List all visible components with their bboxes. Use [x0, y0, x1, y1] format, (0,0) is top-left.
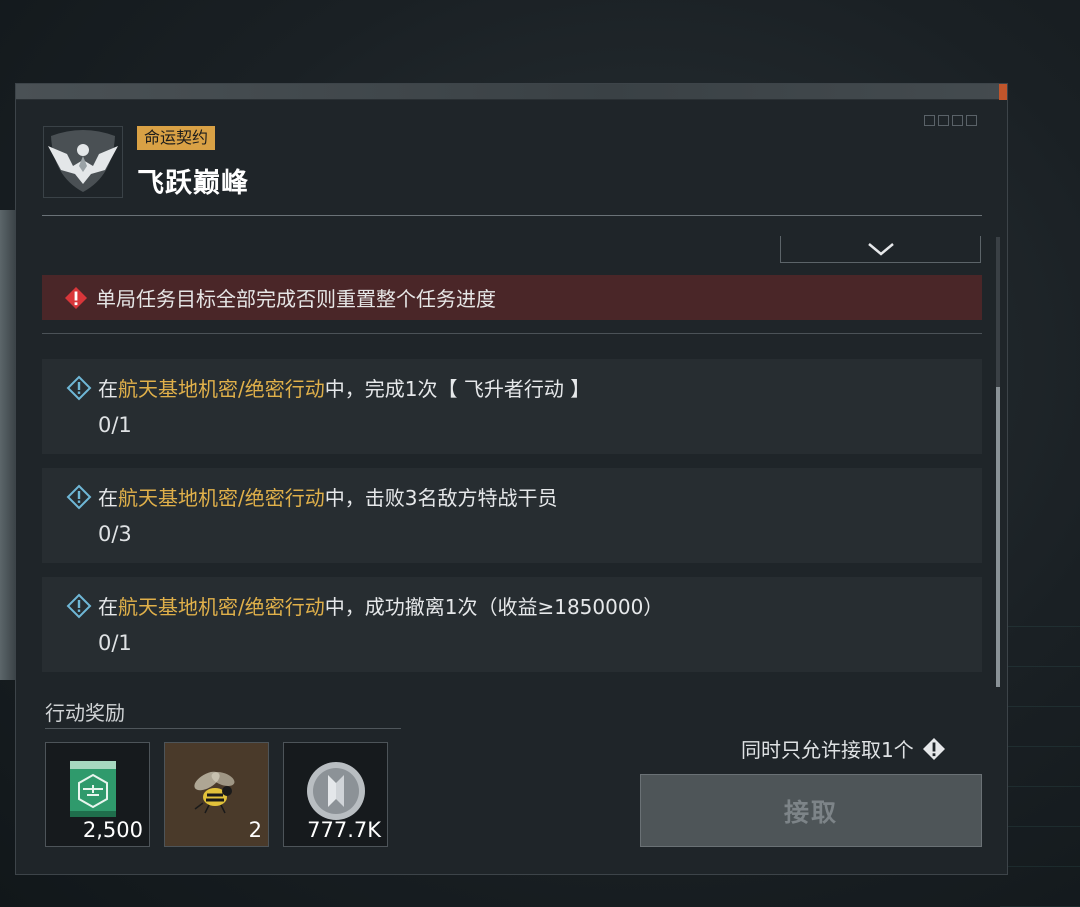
reward-count: 2,500: [82, 818, 143, 842]
scrollbar-thumb[interactable]: [996, 387, 1000, 687]
task-description: 在 航天基地机密/绝密行动 中，完成1次【 飞升者行动 】: [66, 373, 590, 402]
reward-item[interactable]: 2,500: [45, 742, 150, 847]
limit-note-text: 同时只允许接取1个: [741, 738, 914, 762]
reward-item[interactable]: 777.7K: [283, 742, 388, 847]
reward-item[interactable]: 2: [164, 742, 269, 847]
contract-title: 飞跃巅峰: [137, 168, 249, 199]
task-suffix: 中，完成1次【 飞升者行动 】: [324, 377, 591, 401]
reward-list: 2,500 2 777.7K: [45, 742, 388, 847]
objective-diamond-icon: [66, 375, 92, 401]
task-description: 在 航天基地机密/绝密行动 中，击败3名敌方特战干员: [66, 482, 557, 511]
task-suffix: 中，击败3名敌方特战干员: [324, 486, 558, 510]
helicopter-card-icon: [66, 759, 120, 827]
task-item: 在 航天基地机密/绝密行动 中，成功撤离1次（收益≥1850000） 0/1: [42, 577, 982, 672]
task-location: 航天基地机密/绝密行动: [118, 377, 325, 401]
task-location: 航天基地机密/绝密行动: [118, 595, 325, 619]
background-structure: [0, 210, 16, 680]
window-control-2: [938, 115, 949, 126]
window-control-1: [924, 115, 935, 126]
task-prefix: 在: [98, 486, 118, 510]
reward-count: 2: [248, 818, 262, 842]
task-list-scrollbar[interactable]: [996, 237, 1000, 687]
reward-count: 777.7K: [307, 818, 381, 842]
title-bar-accent: [999, 84, 1007, 100]
task-list: 在 航天基地机密/绝密行动 中，完成1次【 飞升者行动 】 0/1 在 航天基地…: [42, 359, 982, 686]
info-diamond-icon[interactable]: [922, 737, 946, 761]
eagle-emblem-icon: [43, 126, 123, 198]
bee-icon: [185, 759, 245, 823]
rewards-heading: 行动奖励: [45, 701, 125, 725]
coin-icon: [304, 759, 368, 827]
task-item: 在 航天基地机密/绝密行动 中，完成1次【 飞升者行动 】 0/1: [42, 359, 982, 454]
task-prefix: 在: [98, 377, 118, 401]
window-controls: [924, 115, 977, 126]
task-suffix: 中，成功撤离1次（收益≥1850000）: [324, 595, 664, 619]
task-progress: 0/3: [98, 522, 132, 546]
header-divider: [42, 215, 982, 216]
warning-diamond-icon: [65, 286, 87, 309]
objective-diamond-icon: [66, 484, 92, 510]
reset-warning-banner: 单局任务目标全部完成否则重置整个任务进度: [42, 275, 982, 320]
contract-panel: 命运契约 飞跃巅峰 单局任务目标全部完成否则重置整个任务进度 在 航天基地机密/…: [15, 83, 1008, 875]
rewards-heading-underline: [45, 728, 401, 729]
task-description: 在 航天基地机密/绝密行动 中，成功撤离1次（收益≥1850000）: [66, 591, 663, 620]
task-progress: 0/1: [98, 631, 132, 655]
chevron-down-icon: [867, 243, 894, 256]
task-item: 在 航天基地机密/绝密行动 中，击败3名敌方特战干员 0/3: [42, 468, 982, 563]
accept-limit-note: 同时只允许接取1个: [741, 734, 946, 763]
task-prefix: 在: [98, 595, 118, 619]
objective-diamond-icon: [66, 593, 92, 619]
section-divider: [42, 333, 982, 334]
contract-type-tag: 命运契约: [137, 126, 216, 150]
task-progress: 0/1: [98, 413, 132, 437]
task-location: 航天基地机密/绝密行动: [118, 486, 325, 510]
background-grid: [1000, 587, 1080, 907]
window-control-3: [952, 115, 963, 126]
window-control-4: [966, 115, 977, 126]
panel-title-bar: [16, 84, 1007, 100]
accept-button[interactable]: 接取: [640, 774, 982, 847]
warning-text: 单局任务目标全部完成否则重置整个任务进度: [96, 287, 496, 311]
expand-dropdown-button[interactable]: [780, 236, 981, 263]
